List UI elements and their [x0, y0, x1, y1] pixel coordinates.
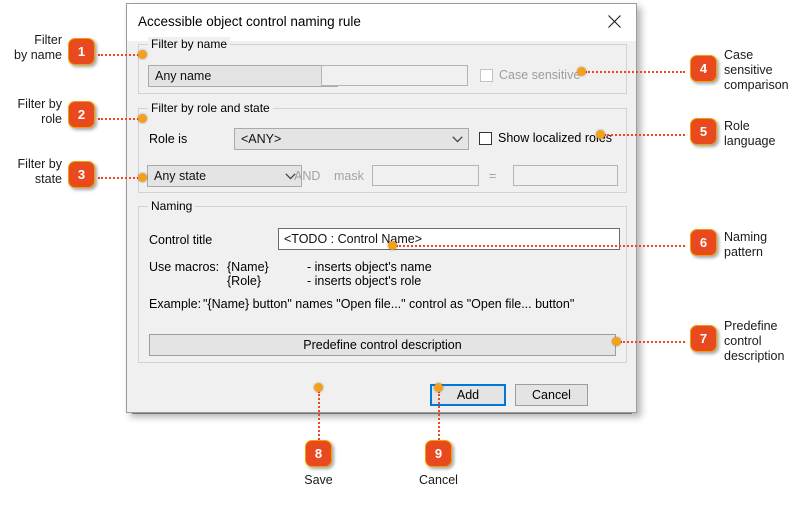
- filter-by-name-legend: Filter by name: [148, 37, 231, 51]
- role-dropdown[interactable]: <ANY>: [234, 128, 469, 150]
- use-macros-label: Use macros:: [149, 260, 220, 274]
- example-label: Example:: [149, 297, 202, 311]
- callout-connector-3: [98, 177, 142, 179]
- state-value: Any state: [154, 169, 207, 183]
- name-mode-dropdown[interactable]: Any name: [148, 65, 338, 87]
- callout-label-6: Naming pattern: [724, 230, 768, 259]
- dialog-title: Accessible object control naming rule: [138, 14, 361, 29]
- callout-anchor-5: [596, 130, 605, 139]
- close-icon[interactable]: [592, 4, 636, 38]
- callout-label-4: Case sensitive comparison: [724, 48, 789, 92]
- callout-anchor-4: [577, 67, 586, 76]
- role-value: <ANY>: [241, 132, 282, 146]
- case-sensitive-checkbox[interactable]: Case sensitive: [480, 68, 580, 82]
- equals-label: =: [489, 169, 497, 183]
- name-filter-input[interactable]: [321, 65, 468, 86]
- callout-badge-2: 2: [68, 101, 95, 128]
- cancel-button-label: Cancel: [532, 388, 571, 402]
- callout-connector-2: [98, 118, 142, 120]
- show-localized-roles-label: Show localized roles: [498, 131, 612, 145]
- callout-badge-4: 4: [690, 55, 717, 82]
- callout-label-2: Filter by role: [17, 97, 62, 126]
- callout-badge-6: 6: [690, 229, 717, 256]
- equals-input[interactable]: [513, 165, 618, 186]
- predefine-control-description-button[interactable]: Predefine control description: [149, 334, 616, 356]
- callout-connector-4: [585, 71, 685, 73]
- callout-badge-5: 5: [690, 118, 717, 145]
- callout-anchor-8: [314, 383, 323, 392]
- callout-connector-6: [396, 245, 685, 247]
- callout-label-7: Predefine control description: [724, 319, 785, 363]
- callout-anchor-2: [138, 114, 147, 123]
- callout-badge-9: 9: [425, 440, 452, 467]
- callout-label-3: Filter by state: [17, 157, 62, 186]
- callout-badge-8: 8: [305, 440, 332, 467]
- macro-desc-name: - inserts object's name: [307, 260, 432, 274]
- callout-label-8: Save: [304, 473, 333, 487]
- cancel-button[interactable]: Cancel: [515, 384, 588, 406]
- chevron-down-icon: [446, 135, 468, 143]
- show-localized-roles-checkbox-box: [479, 131, 492, 145]
- add-button-label: Add: [456, 388, 480, 402]
- callout-label-9: Cancel: [419, 473, 458, 487]
- control-title-label: Control title: [149, 233, 213, 247]
- show-localized-roles-checkbox[interactable]: Show localized roles: [479, 131, 612, 145]
- callout-anchor-7: [612, 337, 621, 346]
- callout-badge-3: 3: [68, 161, 95, 188]
- callout-label-1: Filter by name: [14, 33, 62, 62]
- callout-connector-7: [620, 341, 685, 343]
- callout-anchor-6: [388, 241, 397, 250]
- and-label: AND: [294, 169, 321, 183]
- callout-label-5: Role language: [724, 119, 776, 148]
- name-mode-value: Any name: [155, 69, 212, 83]
- dialog-title-bar: Accessible object control naming rule: [127, 4, 636, 41]
- case-sensitive-label: Case sensitive: [499, 68, 581, 82]
- callout-connector-5: [604, 134, 685, 136]
- callout-anchor-3: [138, 173, 147, 182]
- filter-by-role-state-legend: Filter by role and state: [148, 101, 273, 115]
- callout-badge-7: 7: [690, 325, 717, 352]
- state-dropdown[interactable]: Any state: [147, 165, 302, 187]
- callout-connector-8: [318, 391, 320, 440]
- naming-rule-dialog: Accessible object control naming rule Fi…: [126, 3, 637, 413]
- callout-connector-9: [438, 391, 440, 440]
- macro-token-name: {Name}: [227, 260, 269, 274]
- callout-badge-1: 1: [68, 38, 95, 65]
- control-title-value: <TODO : Control Name>: [284, 232, 423, 246]
- predefine-control-description-label: Predefine control description: [303, 338, 462, 352]
- role-is-label: Role is: [149, 132, 188, 146]
- case-sensitive-checkbox-box: [480, 68, 493, 82]
- callout-connector-1: [98, 54, 142, 56]
- macro-desc-role: - inserts object's role: [307, 274, 422, 288]
- example-text: "{Name} button" names "Open file..." con…: [203, 297, 575, 311]
- mask-label: mask: [334, 169, 364, 183]
- mask-input[interactable]: [372, 165, 479, 186]
- callout-anchor-9: [434, 383, 443, 392]
- naming-legend: Naming: [148, 199, 196, 213]
- macro-token-role: {Role}: [227, 274, 262, 288]
- callout-anchor-1: [138, 50, 147, 59]
